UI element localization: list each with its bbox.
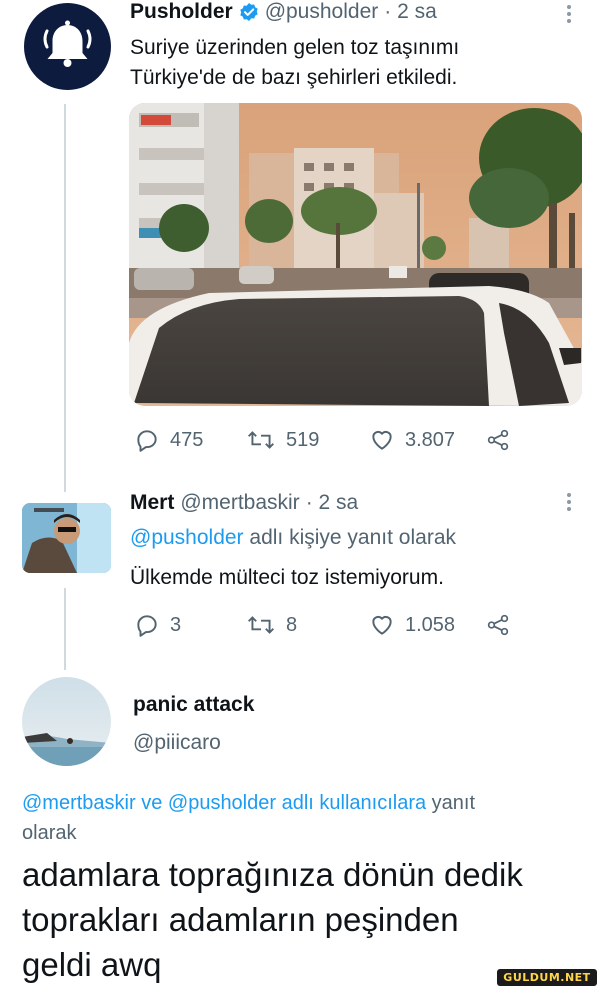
- thread-line-2: [64, 588, 66, 670]
- tweet2-name[interactable]: Mert: [130, 491, 174, 515]
- heart-icon: [372, 430, 392, 450]
- reply-icon: [137, 615, 157, 637]
- reply-icon: [137, 430, 157, 452]
- tweet3-text-line2: toprakları adamların peşinden: [22, 901, 459, 938]
- tweet1-action-bar: 475 519 3.807: [134, 425, 514, 455]
- tweet3-text-line3: geldi awq: [22, 946, 162, 983]
- tweet3-text: adamlara toprağınıza dönün dedik toprakl…: [22, 852, 523, 987]
- tweet1-more-icon[interactable]: [567, 2, 573, 26]
- tweet3-reply-context: @mertbaskir ve @pusholder adlı kullanıcı…: [22, 788, 475, 848]
- bell-icon: [43, 20, 92, 67]
- tweet2-action-bar: 3 8 1.058: [134, 610, 514, 640]
- tweet1-name[interactable]: Pusholder: [130, 0, 233, 24]
- tweet1-like-count: 3.807: [405, 428, 456, 451]
- tweet1-handle[interactable]: @pusholder: [265, 0, 379, 24]
- tweet3-name[interactable]: panic attack: [133, 692, 254, 718]
- verified-badge-icon: [239, 3, 258, 21]
- tweet2-reply-count: 3: [170, 613, 182, 636]
- tweet1-media-photo[interactable]: [129, 103, 582, 406]
- tweet2-like-count: 1.058: [405, 613, 456, 636]
- tweet1-retweet-button[interactable]: 519: [246, 427, 319, 453]
- watermark-text: GULDUM.NET: [503, 971, 591, 984]
- mert-profile-photo: [22, 503, 111, 573]
- dusty-street-photo: [129, 103, 582, 406]
- panic-attack-avatar[interactable]: [22, 677, 111, 766]
- share-icon[interactable]: [484, 612, 512, 638]
- tweet2-handle[interactable]: @mertbaskir: [180, 491, 299, 515]
- tweet2-reply-button[interactable]: 3: [134, 612, 181, 638]
- tweet1-text: Suriye üzerinden gelen toz taşınımı Türk…: [130, 33, 459, 93]
- tweet2-reply-suffix: adlı kişiye yanıt olarak: [243, 526, 456, 549]
- tweet1-reply-count: 475: [170, 428, 204, 451]
- tweet1-text-line1: Suriye üzerinden gelen toz taşınımı: [130, 36, 460, 59]
- tweet3-handle[interactable]: @piiicaro: [133, 730, 221, 756]
- tweet1-retweet-count: 519: [286, 428, 320, 451]
- mert-avatar[interactable]: [22, 503, 111, 573]
- tweet1-reply-button[interactable]: 475: [134, 427, 203, 453]
- tweet1-time[interactable]: · 2 sa: [384, 0, 437, 24]
- tweet3-text-line1: adamlara toprağınıza dönün dedik: [22, 856, 523, 893]
- tweet1-like-button[interactable]: 3.807: [369, 427, 455, 453]
- tweet3-reply-suffix: yanıt: [426, 792, 476, 814]
- tweet2-text: Ülkemde mülteci toz istemiyorum.: [130, 566, 444, 589]
- tweet2-retweet-button[interactable]: 8: [246, 612, 297, 638]
- share-icon[interactable]: [484, 427, 512, 453]
- thread-line-1: [64, 104, 66, 492]
- retweet-icon: [247, 616, 275, 634]
- pusholder-avatar[interactable]: [24, 3, 111, 90]
- tweet3-reply-mentions-link[interactable]: @mertbaskir ve @pusholder adlı kullanıcı…: [22, 792, 426, 814]
- tweet1-header: Pusholder @pusholder · 2 sa: [130, 0, 437, 24]
- tweet2-reply-mention-link[interactable]: @pusholder: [130, 526, 244, 549]
- pool-sky-profile-photo: [22, 677, 111, 766]
- guldum-watermark: GULDUM.NET: [497, 969, 597, 986]
- tweet2-header: Mert @mertbaskir · 2 sa: [130, 490, 358, 516]
- tweet1-text-line2: Türkiye'de de bazı şehirleri etkiledi.: [130, 66, 458, 89]
- heart-icon: [372, 615, 392, 635]
- tweet2-more-icon[interactable]: [567, 490, 573, 514]
- tweet2-like-button[interactable]: 1.058: [369, 612, 455, 638]
- tweet2-retweet-count: 8: [286, 613, 298, 636]
- retweet-icon: [247, 431, 275, 449]
- tweet3-reply-line2: olarak: [22, 822, 77, 844]
- tweet2-reply-context: @pusholder adlı kişiye yanıt olarak: [130, 524, 456, 552]
- tweet2-time[interactable]: · 2 sa: [306, 491, 359, 515]
